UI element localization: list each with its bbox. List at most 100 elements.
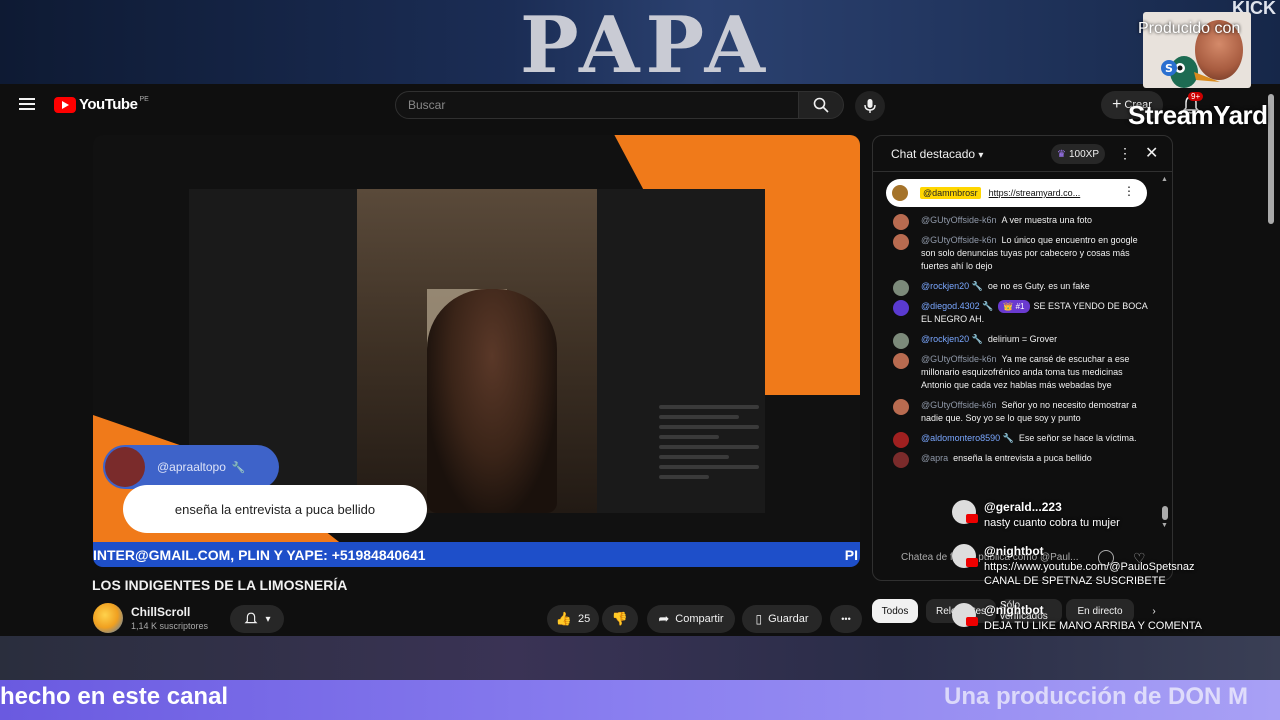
chat-author[interactable]: @diegod.4302 🔧 [921,301,993,311]
overlay-username: @apraaltopo [157,460,226,474]
chat-text: Ese señor se hace la víctima. [1018,433,1137,443]
more-actions-button[interactable]: ••• [830,605,862,633]
chat-title: Chat destacado [891,147,976,161]
wrench-icon: 🔧 [231,461,246,474]
chat-avatar[interactable] [893,280,909,296]
chat-message[interactable]: @apra enseña la entrevista a puca bellido [891,452,1151,468]
more-label: ••• [841,614,851,624]
like-count: 25 [577,613,591,625]
search-box [395,91,799,119]
ticker-text: INTER@GMAIL.COM, PLIN Y YAPE: +519848406… [93,546,426,563]
pinned-username: @dammbrosr [920,187,981,199]
ticker-right: PI [844,546,858,563]
duck-logo-icon: S [1161,56,1220,88]
overlay-avatar [105,447,145,487]
youtube-header: YouTube PE + Crear 9+ [0,84,1280,126]
chat-author[interactable]: @GUtyOffside-k6n [921,235,997,245]
youtube-logo[interactable]: YouTube PE [54,96,149,113]
chat-author[interactable]: @aldomontero8590 🔧 [921,433,1014,443]
member-badge: 👑 #1 [998,300,1030,313]
like-button[interactable]: 👍 25 [547,605,599,633]
webcam-feed [357,189,597,513]
chat-author[interactable]: @rockjen20 🔧 [921,281,983,291]
svg-text:S: S [1165,62,1173,75]
chat-author[interactable]: @GUtyOffside-k6n [921,354,997,364]
chat-avatar[interactable] [893,333,909,349]
chat-avatar[interactable] [893,399,909,415]
microphone-icon [864,99,876,113]
video-title: LOS INDIGENTES DE LA LIMOSNERÍA [92,577,348,593]
chat-avatar[interactable] [893,300,909,316]
chat-message[interactable]: @rockjen20 🔧 oe no es Guty. es un fake [891,280,1151,296]
xp-badge[interactable]: ♛ 100XP [1051,144,1105,164]
top-banner: PAPA KICK [0,0,1280,86]
youtube-logo-text: YouTube [79,96,138,113]
chat-message[interactable]: @GUtyOffside-k6n Ya me cansé de escuchar … [891,353,1151,392]
chevron-down-icon: ▾ [978,150,984,161]
chat-message[interactable]: @GUtyOffside-k6n Señor yo no necesito dem… [891,399,1151,425]
overlay-comment: @nightbot DEJA TU LIKE MANO ARRIBA Y COME… [952,603,1252,635]
producer-label: Producido con [1138,20,1241,37]
chat-author[interactable]: @apra [921,453,948,463]
speaker-person [427,289,557,513]
video-player[interactable]: @apraaltopo 🔧 enseña la entrevista a puc… [93,135,860,567]
chat-avatar[interactable] [893,234,909,250]
plus-icon: + [1112,96,1122,113]
pinned-link[interactable]: https://streamyard.co... [989,188,1081,198]
chat-message[interactable]: @rockjen20 🔧 delirium = Grover [891,333,1151,349]
chat-messages: @GUtyOffside-k6n A ver muestra una foto @G… [891,214,1151,472]
dislike-button[interactable]: 👎 [602,605,638,633]
chat-avatar[interactable] [893,353,909,369]
bookmark-icon: ▯ [755,612,763,626]
filter-chip-all[interactable]: Todos [872,599,918,623]
channel-name[interactable]: ChillScroll [131,605,190,619]
page-scrollbar[interactable] [1268,94,1274,224]
menu-icon[interactable] [19,98,35,110]
youtube-badge-icon [966,558,978,567]
comment-text: DEJA TU LIKE MANO ARRIBA Y COMENTA [984,620,1203,632]
chat-text: delirium = Grover [987,334,1058,344]
overlay-comment-message: enseña la entrevista a puca bellido [123,485,427,533]
streamyard-logo: StreamYard [1128,100,1268,130]
chat-message[interactable]: @GUtyOffside-k6n A ver muestra una foto [891,214,1151,230]
pinned-options-icon[interactable]: ⋮ [1123,184,1135,198]
close-icon[interactable]: ✕ [1145,143,1158,163]
stream-screen: PAPA KICK YouTube PE + Crear [0,0,1280,720]
search-input[interactable] [396,92,798,118]
comment-text: CANAL DE SPETNAZ SUSCRIBETE [984,575,1166,587]
search-button[interactable] [798,91,844,119]
voice-search-button[interactable] [855,91,885,121]
inner-chat-preview [659,399,759,519]
subscription-bell-button[interactable]: ▾ [230,605,284,633]
save-button[interactable]: ▯ Guardar [742,605,822,633]
chat-mode-selector[interactable]: Chat destacado ▾ [891,147,983,161]
youtube-badge-icon [966,617,978,626]
chat-avatar[interactable] [893,452,909,468]
chat-avatar[interactable] [893,432,909,448]
bell-icon [244,612,258,624]
overlay-comment-user: @apraaltopo 🔧 [103,445,279,489]
chat-author[interactable]: @GUtyOffside-k6n [921,215,997,225]
subscriber-count: 1,14 K suscriptores [131,621,209,631]
bottom-right-text: Una producción de DON M [944,683,1249,710]
chat-text: enseña la entrevista a puca bellido [953,453,1092,463]
comment-text: nasty cuanto cobra tu mujer [984,517,1120,529]
chat-author[interactable]: @GUtyOffside-k6n [921,400,997,410]
chat-options-icon[interactable]: ⋮ [1118,145,1132,162]
commenter-name: @gerald...223 [984,500,1062,514]
xp-value: 100XP [1068,148,1099,160]
chevron-down-icon: ▾ [265,613,271,625]
save-label: Guardar [768,613,809,625]
scroll-up-icon[interactable]: ▲ [1161,176,1168,183]
chat-message[interactable]: @diegod.4302 🔧 👑 #1 SE ESTA YENDO DE BOCA … [891,300,1151,326]
chat-avatar[interactable] [893,214,909,230]
region-code: PE [139,96,149,103]
chat-author[interactable]: @rockjen20 🔧 [921,334,983,344]
channel-avatar[interactable] [93,603,123,633]
commenter-name: @nightbot [984,603,1044,617]
thumbs-down-icon: 👎 [611,611,629,626]
chat-message[interactable]: @aldomontero8590 🔧 Ese señor se hace la v… [891,432,1151,448]
chat-message[interactable]: @GUtyOffside-k6n Lo único que encuentro e… [891,234,1151,273]
pinned-message[interactable]: @dammbrosr https://streamyard.co... ⋮ [886,179,1147,207]
share-button[interactable]: ➦ Compartir [647,605,735,633]
